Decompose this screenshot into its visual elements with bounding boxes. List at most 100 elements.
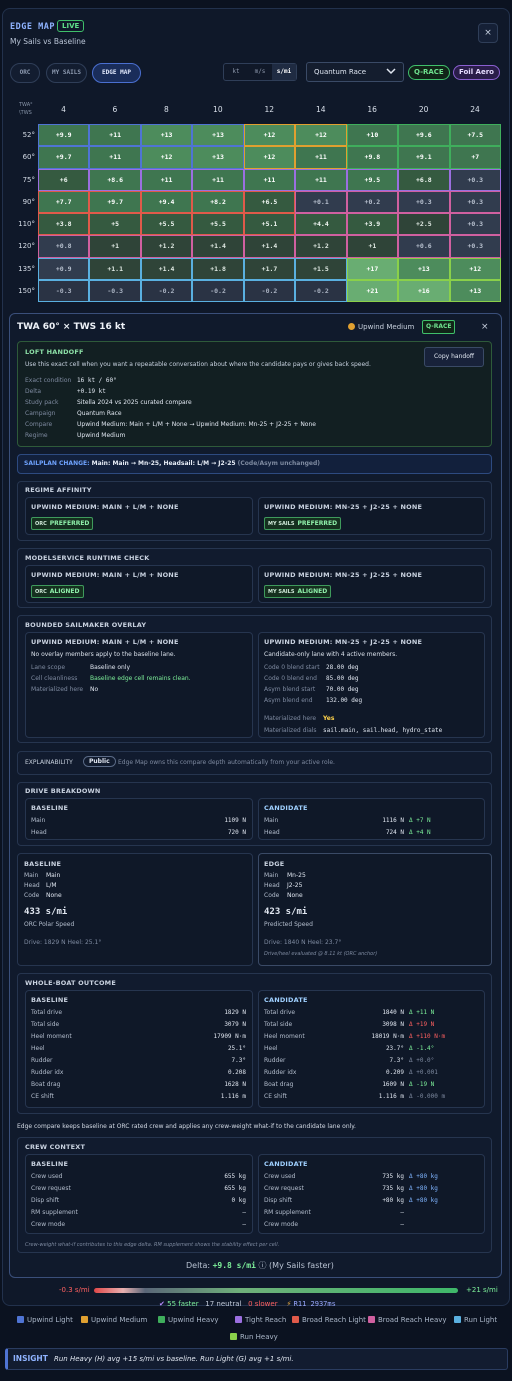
grid-cell[interactable]: +12 bbox=[449, 257, 501, 280]
grid-cell[interactable]: +9.6 bbox=[398, 124, 450, 147]
grid-cell[interactable]: +9.5 bbox=[346, 168, 399, 191]
grid-cell[interactable]: +7.5 bbox=[449, 124, 501, 147]
check-icon: ✔ bbox=[159, 1300, 165, 1308]
legend-item[interactable]: Upwind Light bbox=[17, 1316, 73, 1324]
public-chip[interactable]: Public bbox=[83, 756, 116, 767]
grid-cell[interactable]: +4.4 bbox=[295, 213, 347, 236]
grid-cell[interactable]: +1 bbox=[346, 235, 399, 258]
grid-cell[interactable]: +13 bbox=[192, 124, 244, 147]
grid-cell[interactable]: +9.8 bbox=[346, 146, 399, 169]
grid-cell[interactable]: +5 bbox=[89, 213, 141, 236]
grid-cell[interactable]: +1.4 bbox=[243, 235, 296, 258]
grid-cell[interactable]: +9.1 bbox=[398, 146, 450, 169]
grid-cell[interactable]: +11 bbox=[89, 146, 141, 169]
grid-cell[interactable]: +9.9 bbox=[38, 124, 90, 147]
grid-cell[interactable]: +11 bbox=[295, 168, 347, 191]
crew-base-label: Crew request bbox=[31, 1185, 71, 1192]
grid-cell[interactable]: -0.2 bbox=[295, 279, 347, 302]
grid-cell[interactable]: +12 bbox=[140, 146, 193, 169]
legend-item[interactable]: Broad Reach Light bbox=[292, 1316, 366, 1324]
grid-cell[interactable]: +16 bbox=[398, 279, 450, 302]
grid-cell[interactable]: +5.1 bbox=[243, 213, 296, 236]
grid-cell[interactable]: -0.2 bbox=[192, 279, 244, 302]
grid-cell[interactable]: +0.3 bbox=[449, 235, 501, 258]
grid-cell[interactable]: +0.9 bbox=[38, 257, 90, 280]
tab-edge-map[interactable]: EDGE MAP bbox=[92, 63, 141, 83]
grid-cell[interactable]: +3.9 bbox=[346, 213, 399, 236]
grid-cell[interactable]: +7.7 bbox=[38, 190, 90, 213]
legend-item[interactable]: Tight Reach bbox=[235, 1316, 286, 1324]
grid-cell[interactable]: +6 bbox=[38, 168, 90, 191]
unit-ms[interactable]: m/s bbox=[248, 64, 272, 80]
grid-cell[interactable]: +10 bbox=[346, 124, 399, 147]
grid-cell[interactable]: +0.6 bbox=[398, 235, 450, 258]
grid-cell[interactable]: +1.8 bbox=[192, 257, 244, 280]
unit-kt[interactable]: kt bbox=[224, 64, 248, 80]
grid-cell[interactable]: +1.4 bbox=[140, 257, 193, 280]
grid-cell[interactable]: +3.8 bbox=[38, 213, 90, 236]
grid-cell[interactable]: +1.1 bbox=[89, 257, 141, 280]
unit-smi[interactable]: s/mi bbox=[272, 64, 296, 80]
live-badge: LIVE bbox=[57, 20, 85, 32]
grid-cell[interactable]: +12 bbox=[243, 146, 296, 169]
legend-item[interactable]: Run Heavy bbox=[230, 1333, 278, 1341]
detail-close-icon[interactable]: × bbox=[481, 322, 489, 332]
grid-cell[interactable]: +11 bbox=[192, 168, 244, 191]
grid-cell[interactable]: +11 bbox=[140, 168, 193, 191]
tab-orc[interactable]: ORC bbox=[10, 63, 40, 83]
grid-cell[interactable]: +8.2 bbox=[192, 190, 244, 213]
copy-handoff-button[interactable]: Copy handoff bbox=[424, 347, 484, 367]
grid-cell[interactable]: +9.7 bbox=[89, 190, 141, 213]
campaign-value: Quantum Race bbox=[314, 68, 367, 76]
grid-cell[interactable]: +1 bbox=[89, 235, 141, 258]
legend-item[interactable]: Run Light bbox=[454, 1316, 497, 1324]
grid-cell[interactable]: +13 bbox=[192, 146, 244, 169]
grid-cell[interactable]: +5.5 bbox=[192, 213, 244, 236]
grid-cell[interactable]: +0.3 bbox=[449, 213, 501, 236]
grid-cell[interactable]: +1.5 bbox=[295, 257, 347, 280]
tab-my-sails[interactable]: MY SAILS bbox=[46, 63, 87, 83]
grid-cell[interactable]: +9.7 bbox=[38, 146, 90, 169]
edge-speed-foot: Drive: 1840 N Heel: 23.7° bbox=[264, 939, 342, 946]
legend-item[interactable]: Upwind Heavy bbox=[158, 1316, 219, 1324]
grid-cell[interactable]: -0.3 bbox=[89, 279, 141, 302]
grid-cell[interactable]: +12 bbox=[243, 124, 296, 147]
grid-cell[interactable]: +13 bbox=[449, 279, 501, 302]
grid-cell[interactable]: +21 bbox=[346, 279, 399, 302]
foil-aero-tag[interactable]: Foil Aero bbox=[453, 65, 500, 80]
grid-cell[interactable]: +9.4 bbox=[140, 190, 193, 213]
grid-cell[interactable]: +0.3 bbox=[398, 190, 450, 213]
campaign-select[interactable]: Quantum Race bbox=[306, 62, 404, 82]
grid-cell[interactable]: +1.2 bbox=[140, 235, 193, 258]
grid-cell[interactable]: +12 bbox=[295, 124, 347, 147]
grid-cell[interactable]: +8.6 bbox=[89, 168, 141, 191]
grid-cell[interactable]: +17 bbox=[346, 257, 399, 280]
grid-cell[interactable]: +1.7 bbox=[243, 257, 296, 280]
grid-cell[interactable]: +5.5 bbox=[140, 213, 193, 236]
grid-cell[interactable]: +0.3 bbox=[449, 190, 501, 213]
grid-cell[interactable]: +6.8 bbox=[398, 168, 450, 191]
grid-cell[interactable]: +2.5 bbox=[398, 213, 450, 236]
legend-item[interactable]: Upwind Medium bbox=[81, 1316, 147, 1324]
grid-cell[interactable]: +1.4 bbox=[192, 235, 244, 258]
grid-cell[interactable]: +6.5 bbox=[243, 190, 296, 213]
grid-cell[interactable]: +0.3 bbox=[449, 168, 501, 191]
grid-cell[interactable]: -0.2 bbox=[140, 279, 193, 302]
grid-cell[interactable]: +0.8 bbox=[38, 235, 90, 258]
grid-cell[interactable]: -0.2 bbox=[243, 279, 296, 302]
grid-cell[interactable]: +13 bbox=[398, 257, 450, 280]
grid-cell[interactable]: +0.2 bbox=[346, 190, 399, 213]
grid-cell[interactable]: -0.3 bbox=[38, 279, 90, 302]
grid-cell[interactable]: +13 bbox=[140, 124, 193, 147]
mat-dials-value: sail.main, sail.head, hydro_state bbox=[323, 727, 443, 734]
grid-cell[interactable]: +11 bbox=[89, 124, 141, 147]
q-race-tag[interactable]: Q-RACE bbox=[408, 65, 450, 80]
grid-cell[interactable]: +0.1 bbox=[295, 190, 347, 213]
grid-cell[interactable]: +1.2 bbox=[295, 235, 347, 258]
close-button[interactable]: × bbox=[478, 23, 498, 43]
legend-item[interactable]: Broad Reach Heavy bbox=[368, 1316, 447, 1324]
grid-cell[interactable]: +11 bbox=[295, 146, 347, 169]
drive-base-label: Main bbox=[31, 817, 46, 824]
grid-cell[interactable]: +7 bbox=[449, 146, 501, 169]
grid-cell[interactable]: +11 bbox=[243, 168, 296, 191]
